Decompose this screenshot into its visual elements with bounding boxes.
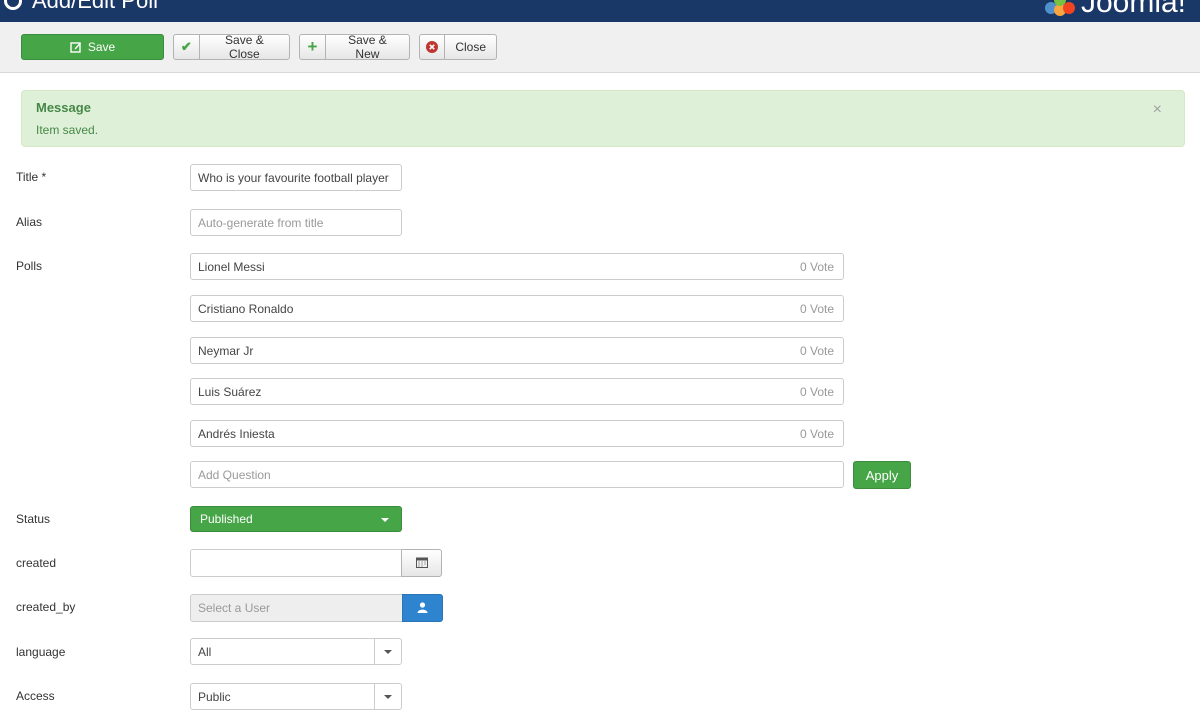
calendar-button[interactable] (401, 549, 442, 577)
calendar-icon (415, 556, 428, 571)
poll-option-name: Luis Suárez (198, 384, 262, 399)
title-input[interactable]: Who is your favourite football player (190, 164, 402, 191)
access-label: Access (16, 689, 55, 703)
poll-option-votes: 0 Vote (799, 426, 834, 441)
save-new-label: Save & New (348, 33, 387, 61)
poll-option-votes: 0 Vote (799, 384, 834, 399)
add-question-input[interactable]: Add Question (190, 461, 844, 488)
created-label: created (16, 556, 57, 570)
checkmark-icon: ✔ (174, 35, 200, 59)
poll-option-input[interactable]: Andrés Iniesta 0 Vote (190, 420, 844, 447)
language-label: language (16, 645, 66, 659)
poll-option-name: Lionel Messi (198, 259, 265, 274)
page-heading: Add/Edit Poll (4, 0, 158, 14)
language-value: All (198, 644, 212, 659)
poll-option-name: Neymar Jr (198, 343, 254, 358)
poll-option-input[interactable]: Neymar Jr 0 Vote (190, 337, 844, 364)
apply-button[interactable]: Apply (853, 461, 911, 489)
save-button[interactable]: Save (21, 34, 164, 60)
plus-icon: + (300, 35, 326, 59)
save-close-button[interactable]: ✔ Save & Close (173, 33, 290, 61)
poll-option-votes: 0 Vote (799, 301, 834, 316)
created-date-input[interactable] (190, 549, 402, 577)
chevron-down-icon (374, 639, 401, 664)
select-user-button[interactable] (402, 594, 443, 622)
circle-icon (4, 0, 22, 10)
title-label: Title * (16, 170, 47, 184)
alias-label: Alias (16, 215, 43, 229)
user-icon (417, 601, 428, 616)
poll-option-input[interactable]: Cristiano Ronaldo 0 Vote (190, 295, 844, 322)
created-by-input: Select a User (190, 594, 403, 622)
status-select[interactable]: Published (190, 506, 402, 532)
access-select[interactable]: Public (190, 683, 402, 710)
close-button[interactable]: Close (419, 34, 497, 60)
access-value: Public (198, 689, 231, 704)
save-new-button[interactable]: + Save & New (299, 33, 410, 61)
poll-option-votes: 0 Vote (799, 259, 834, 274)
chevron-down-icon (374, 684, 401, 709)
language-select[interactable]: All (190, 638, 402, 665)
app-header: Add/Edit Poll Joomla! (0, 0, 1200, 22)
title-input-value: Who is your favourite football player (198, 170, 389, 185)
poll-option-input[interactable]: Luis Suárez 0 Vote (190, 378, 844, 405)
add-question-placeholder: Add Question (198, 467, 271, 482)
save-close-label: Save & Close (225, 33, 264, 61)
save-button-label: Save (87, 40, 116, 54)
created-by-placeholder: Select a User (198, 601, 271, 615)
close-icon[interactable]: × (1153, 101, 1162, 119)
poll-option-votes: 0 Vote (799, 343, 834, 358)
message-text: Item saved. (36, 123, 99, 137)
cancel-circle-icon (420, 35, 446, 59)
polls-label: Polls (16, 259, 43, 273)
poll-option-name: Andrés Iniesta (198, 426, 275, 441)
close-label: Close (455, 40, 486, 54)
joomla-logo: Joomla! (1044, 0, 1186, 20)
message-heading: Message (36, 100, 91, 115)
poll-option-name: Cristiano Ronaldo (198, 301, 294, 316)
alias-placeholder: Auto-generate from title (198, 215, 324, 230)
status-value: Published (200, 512, 253, 526)
edit-icon (70, 35, 82, 59)
success-message: Message Item saved. × (21, 90, 1185, 147)
chevron-down-icon (381, 518, 389, 522)
alias-input[interactable]: Auto-generate from title (190, 209, 402, 236)
poll-option-input[interactable]: Lionel Messi 0 Vote (190, 253, 844, 280)
joomla-logo-icon (1044, 0, 1075, 18)
page-title: Add/Edit Poll (32, 0, 158, 13)
created-by-label: created_by (16, 600, 76, 614)
joomla-logo-text: Joomla! (1080, 0, 1186, 19)
toolbar: Save ✔ Save & Close + Save & New Close (0, 22, 1200, 73)
status-label: Status (16, 512, 51, 526)
